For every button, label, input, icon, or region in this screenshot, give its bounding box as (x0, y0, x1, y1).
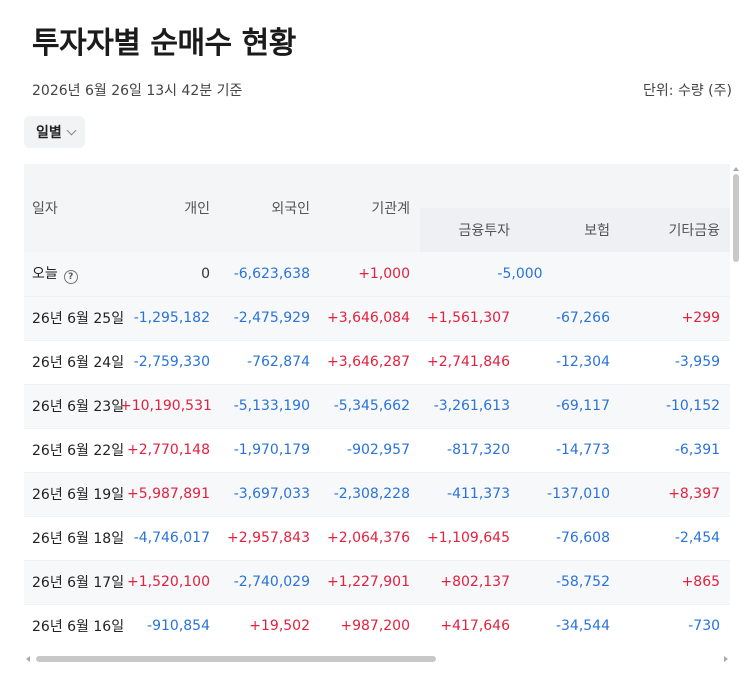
foreign-cell: -762,874 (220, 339, 320, 384)
table-row: 26년 6월 18일 -4,746,017 +2,957,843 +2,064,376… (24, 515, 730, 560)
insurance-cell: -67,266 (520, 295, 620, 340)
today-individual-cell: 0 (120, 252, 220, 296)
date-cell: 26년 6월 19일 (24, 471, 124, 516)
today-empty-cell (620, 252, 730, 296)
table-row: 26년 6월 16일 -910,854 +19,502 +987,200 +417,64… (24, 603, 730, 648)
financial-investment-cell: -817,320 (420, 427, 520, 472)
financial-investment-cell: -3,261,613 (420, 383, 520, 428)
insurance-cell: -58,752 (520, 559, 620, 604)
individual-cell: -1,295,182 (120, 295, 220, 340)
financial-investment-cell: +417,646 (420, 603, 520, 648)
question-icon[interactable]: ? (63, 270, 78, 285)
horizontal-scroll-thumb[interactable] (36, 656, 436, 662)
page-title: 투자자별 순매수 현황 (32, 26, 296, 61)
date-cell: 26년 6월 16일 (24, 603, 124, 648)
foreign-cell: -2,740,029 (220, 559, 320, 604)
vertical-scrollbar[interactable] (730, 164, 742, 654)
vertical-scroll-thumb[interactable] (733, 174, 739, 262)
insurance-cell: -14,773 (520, 427, 620, 472)
institution-cell: +1,227,901 (320, 559, 420, 604)
individual-cell: +10,190,531 (120, 383, 220, 428)
insurance-cell: -76,608 (520, 515, 620, 560)
other-financial-cell: -2,454 (620, 515, 730, 560)
other-financial-cell: -6,391 (620, 427, 730, 472)
foreign-cell: -2,475,929 (220, 295, 320, 340)
col-header-individual: 개인 (120, 164, 220, 252)
scroll-up-arrow-icon[interactable] (733, 167, 739, 171)
institution-cell: +3,646,287 (320, 339, 420, 384)
table-row: 26년 6월 25일 -1,295,182 -2,475,929 +3,646,084… (24, 295, 730, 340)
today-date-cell: 오늘? (24, 252, 120, 296)
institution-cell: +3,646,084 (320, 295, 420, 340)
foreign-cell: +19,502 (220, 603, 320, 648)
table-row: 26년 6월 17일 +1,520,100 -2,740,029 +1,227,901… (24, 559, 730, 604)
table-row: 26년 6월 22일 +2,770,148 -1,970,179 -902,957 -8… (24, 427, 730, 472)
financial-investment-cell: +802,137 (420, 559, 520, 604)
col-header-foreign: 외국인 (220, 164, 320, 252)
date-cell: 26년 6월 22일 (24, 427, 124, 472)
individual-cell: -910,854 (120, 603, 220, 648)
other-financial-cell: +865 (620, 559, 730, 604)
table-row: 26년 6월 24일 -2,759,330 -762,874 +3,646,287 +2… (24, 339, 730, 384)
individual-cell: +2,770,148 (120, 427, 220, 472)
insurance-cell: -12,304 (520, 339, 620, 384)
individual-cell: -2,759,330 (120, 339, 220, 384)
today-label: 오늘 (32, 266, 58, 283)
institution-cell: +987,200 (320, 603, 420, 648)
other-financial-cell: -3,959 (620, 339, 730, 384)
col-header-other-financial: 기타금융 (620, 208, 730, 252)
col-header-financial-investment: 금융투자 (420, 208, 520, 252)
foreign-cell: -1,970,179 (220, 427, 320, 472)
date-cell: 26년 6월 18일 (24, 515, 124, 560)
date-cell: 26년 6월 25일 (24, 295, 124, 340)
table-row-today: 오늘? 0 -6,623,638 +1,000 -5,000 (24, 252, 730, 296)
today-institution-cell: +1,000 (320, 252, 420, 296)
other-financial-cell: -730 (620, 603, 730, 648)
other-financial-cell: +299 (620, 295, 730, 340)
insurance-cell: -69,117 (520, 383, 620, 428)
date-cell: 26년 6월 24일 (24, 339, 124, 384)
other-financial-cell: -10,152 (620, 383, 730, 428)
horizontal-scrollbar[interactable] (24, 653, 730, 665)
institution-cell: -2,308,228 (320, 471, 420, 516)
institution-cell: -5,345,662 (320, 383, 420, 428)
date-cell: 26년 6월 23일 (24, 383, 124, 428)
chevron-down-icon (66, 125, 77, 135)
col-group-header-institution (420, 164, 730, 208)
foreign-cell: -5,133,190 (220, 383, 320, 428)
unit-label: 단위: 수량 (주) (643, 83, 732, 99)
period-dropdown[interactable]: 일별 (24, 116, 85, 148)
financial-investment-cell: +1,109,645 (420, 515, 520, 560)
institution-cell: -902,957 (320, 427, 420, 472)
table-row: 26년 6월 23일 +10,190,531 -5,133,190 -5,345,66… (24, 383, 730, 428)
individual-cell: -4,746,017 (120, 515, 220, 560)
individual-cell: +5,987,891 (120, 471, 220, 516)
scroll-left-arrow-icon[interactable] (26, 656, 30, 662)
individual-cell: +1,520,100 (120, 559, 220, 604)
timestamp: 2026년 6월 26일 13시 42분 기준 (32, 83, 243, 99)
table-row: 26년 6월 19일 +5,987,891 -3,697,033 -2,308,228… (24, 471, 730, 516)
investor-table-container[interactable]: 일자 개인 외국인 기관계 금융투자 보험 기타금융 오늘? 0 -6,623,… (24, 164, 730, 648)
col-header-institution: 기관계 (320, 164, 420, 252)
period-label: 일별 (36, 125, 62, 141)
foreign-cell: -3,697,033 (220, 471, 320, 516)
col-header-insurance: 보험 (520, 208, 620, 252)
financial-investment-cell: +2,741,846 (420, 339, 520, 384)
insurance-cell: -137,010 (520, 471, 620, 516)
foreign-cell: +2,957,843 (220, 515, 320, 560)
today-foreign-cell: -6,623,638 (220, 252, 320, 296)
other-financial-cell: +8,397 (620, 471, 730, 516)
col-header-date: 일자 (24, 164, 120, 252)
date-cell: 26년 6월 17일 (24, 559, 124, 604)
today-institution-subtotal-cell: -5,000 (420, 252, 620, 296)
financial-investment-cell: -411,373 (420, 471, 520, 516)
institution-cell: +2,064,376 (320, 515, 420, 560)
investor-table: 일자 개인 외국인 기관계 금융투자 보험 기타금융 오늘? 0 -6,623,… (24, 164, 730, 648)
financial-investment-cell: +1,561,307 (420, 295, 520, 340)
scroll-right-arrow-icon[interactable] (724, 656, 728, 662)
insurance-cell: -34,544 (520, 603, 620, 648)
